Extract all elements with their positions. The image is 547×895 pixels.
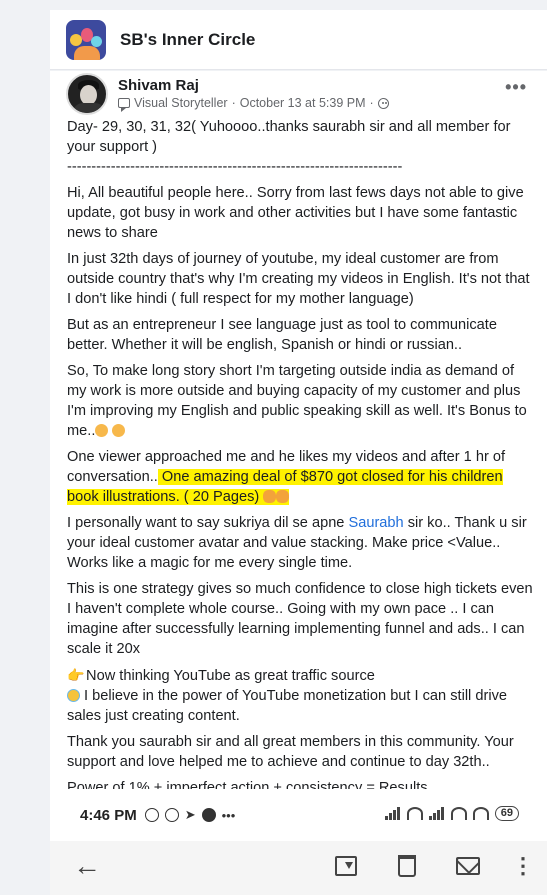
post-paragraph: One viewer approached me and he likes my… bbox=[67, 447, 533, 507]
post-text: So, To make long story short I'm targeti… bbox=[67, 363, 527, 439]
status-more: ••• bbox=[221, 807, 236, 823]
post-text: I personally want to say sukriya dil se … bbox=[67, 515, 349, 531]
sweat-smile-emoji-icon bbox=[67, 689, 80, 702]
hugging-emoji-icon bbox=[276, 490, 290, 503]
wifi-icon bbox=[406, 807, 423, 820]
post-paragraph: But as an entrepreneur I see language ju… bbox=[67, 317, 497, 353]
status-time: 4:46 PM bbox=[80, 806, 137, 824]
author-meta: Visual Storyteller · October 13 at 5:39 … bbox=[118, 95, 389, 112]
author-name[interactable]: Shivam Raj bbox=[118, 77, 389, 95]
author-info: Shivam Raj Visual Storyteller · October … bbox=[118, 77, 389, 112]
author-badge: Visual Storyteller bbox=[134, 95, 228, 110]
signal-icon bbox=[428, 807, 445, 820]
post-paragraph: So, To make long story short I'm targeti… bbox=[67, 361, 533, 441]
post-body: Day- 29, 30, 31, 32( Yuhoooo..thanks sau… bbox=[50, 117, 547, 789]
post-timestamp[interactable]: October 13 at 5:39 PM bbox=[240, 95, 366, 112]
post-paragraph: I personally want to say sukriya dil se … bbox=[67, 513, 533, 573]
alarm-icon bbox=[144, 808, 159, 822]
badge-icon bbox=[118, 98, 130, 108]
audience-globe-icon bbox=[377, 97, 389, 109]
group-title[interactable]: SB's Inner Circle bbox=[120, 30, 255, 50]
post-text: Now thinking YouTube as great traffic so… bbox=[82, 668, 375, 684]
signal-icon bbox=[384, 807, 401, 820]
group-avatar-icon[interactable] bbox=[66, 19, 106, 60]
wifi-icon bbox=[450, 807, 467, 820]
smiling-emoji-icon bbox=[95, 424, 109, 437]
post-paragraph: Thank you saurabh sir and all great memb… bbox=[67, 734, 514, 770]
post-text: I believe in the power of YouTube moneti… bbox=[67, 688, 507, 724]
post-paragraph: Day- 29, 30, 31, 32( Yuhoooo..thanks sau… bbox=[67, 119, 511, 155]
battery-indicator: 69 bbox=[494, 806, 519, 821]
meta-separator: · bbox=[369, 95, 374, 110]
hugging-emoji-icon bbox=[263, 490, 277, 503]
telegram-icon: ➤ bbox=[184, 807, 196, 822]
archive-icon[interactable] bbox=[333, 853, 359, 879]
meta-separator: · bbox=[231, 95, 236, 110]
post-divider: ----------------------------------------… bbox=[67, 159, 403, 175]
record-icon bbox=[201, 808, 216, 822]
post-paragraph: In just 32th days of journey of youtube,… bbox=[67, 251, 530, 307]
status-system-icons: 69 bbox=[384, 806, 519, 821]
post-card: Shivam Raj Visual Storyteller · October … bbox=[50, 71, 547, 789]
mention-link[interactable]: Saurabh bbox=[348, 515, 403, 531]
grinning-emoji-icon bbox=[112, 424, 126, 437]
post-paragraph: Power of 1% + imperfect action + consist… bbox=[67, 780, 428, 789]
email-action-bar: ← ⋮ bbox=[50, 841, 547, 895]
post-header: Shivam Raj Visual Storyteller · October … bbox=[50, 71, 547, 117]
mail-icon[interactable] bbox=[455, 853, 481, 879]
post-more-button[interactable]: ••• bbox=[505, 77, 527, 98]
phone-status-bar: 4:46 PM ➤ ••• 69 bbox=[50, 789, 547, 841]
wifi-icon bbox=[472, 807, 489, 820]
author-avatar[interactable] bbox=[66, 73, 108, 115]
more-options-icon[interactable]: ⋮ bbox=[510, 853, 536, 879]
status-notification-icons: ➤ ••• bbox=[144, 807, 236, 823]
trash-icon[interactable] bbox=[394, 853, 420, 879]
post-paragraph: This is one strategy gives so much confi… bbox=[67, 581, 533, 657]
post-paragraph: Hi, All beautiful people here.. Sorry fr… bbox=[67, 185, 524, 241]
back-arrow-icon[interactable]: ← bbox=[73, 852, 101, 880]
group-header: SB's Inner Circle bbox=[50, 10, 547, 70]
whatsapp-icon bbox=[164, 808, 179, 822]
post-paragraph: 👉 Now thinking YouTube as great traffic … bbox=[67, 665, 533, 726]
pointing-hand-emoji-icon: 👉 bbox=[67, 667, 85, 683]
